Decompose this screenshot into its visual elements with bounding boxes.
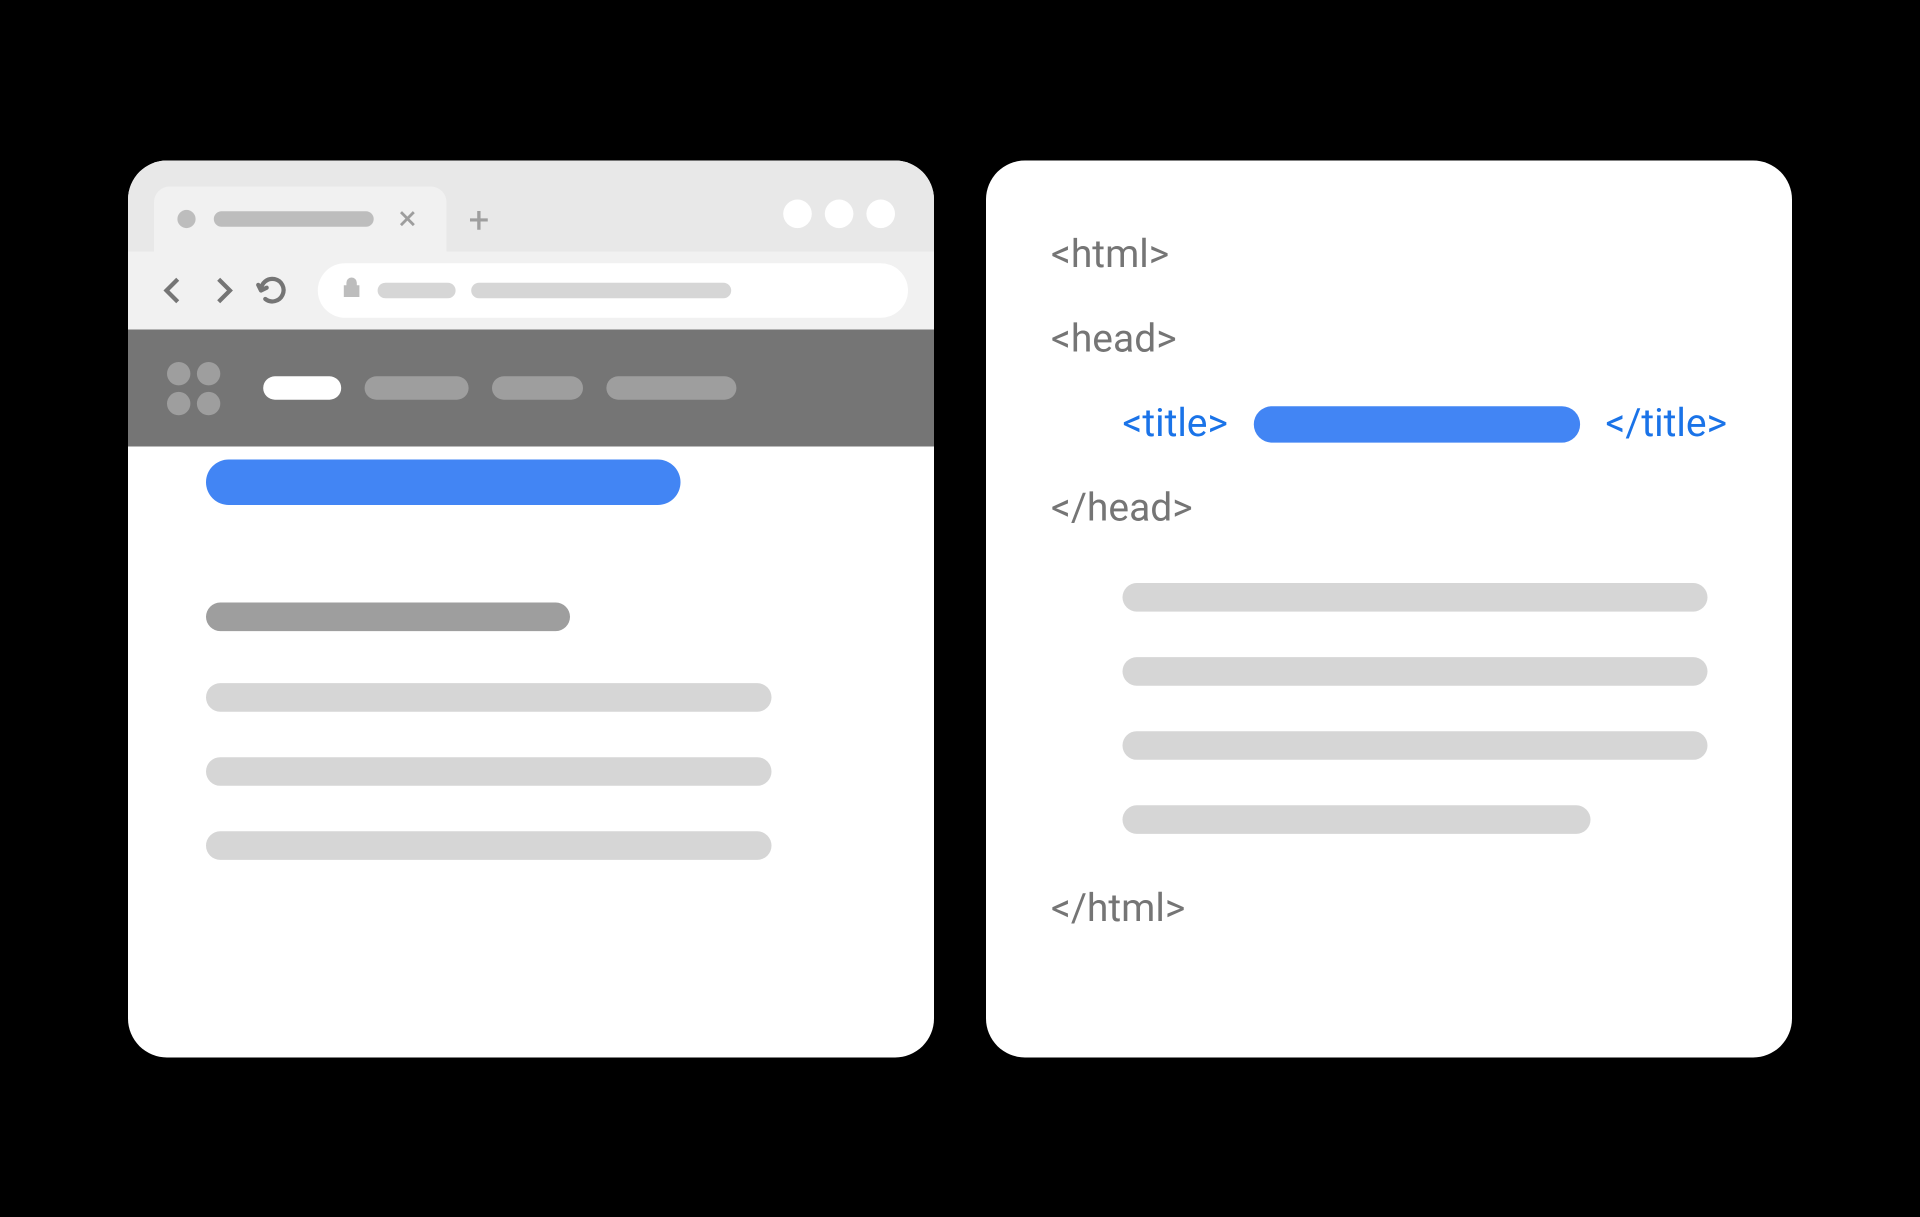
page-title-placeholder: [206, 459, 681, 505]
tab-favicon-icon: [177, 209, 195, 227]
nav-item[interactable]: [606, 376, 736, 399]
reload-icon: [255, 273, 289, 307]
back-button[interactable]: [154, 271, 193, 310]
tab-title-placeholder: [214, 211, 374, 227]
site-logo-icon[interactable]: [167, 361, 220, 414]
code-head-open: <head>: [1051, 316, 1727, 362]
maximize-icon[interactable]: [825, 199, 854, 228]
arrow-left-icon: [157, 273, 191, 307]
code-head-close: </head>: [1051, 485, 1727, 530]
body-line-placeholder: [1123, 657, 1708, 686]
html-code-panel: <html> <head> <title> </title> </head> <…: [986, 160, 1792, 1057]
code-html-close: </html>: [1051, 885, 1727, 931]
browser-toolbar: [128, 251, 934, 329]
lock-icon: [341, 276, 362, 305]
browser-tab[interactable]: ×: [154, 186, 447, 251]
page-subtitle-placeholder: [206, 602, 570, 631]
code-body-placeholder: [1051, 583, 1727, 834]
body-line-placeholder: [1123, 731, 1708, 760]
minimize-icon[interactable]: [783, 199, 812, 228]
code-title-close-tag: </title>: [1606, 401, 1727, 447]
url-segment-placeholder: [471, 282, 731, 298]
address-bar[interactable]: [318, 263, 908, 318]
page-content: [128, 394, 934, 970]
new-tab-button[interactable]: +: [460, 199, 499, 238]
code-html-open: <html>: [1051, 232, 1727, 278]
diagram-container: × +: [128, 160, 1792, 1057]
nav-item[interactable]: [492, 376, 583, 399]
body-line-placeholder: [1123, 805, 1591, 834]
close-tab-icon[interactable]: ×: [392, 203, 423, 234]
url-segment-placeholder: [378, 282, 456, 298]
nav-item[interactable]: [365, 376, 469, 399]
browser-mockup-panel: × +: [128, 160, 934, 1057]
body-line-placeholder: [1123, 583, 1708, 612]
window-controls: [783, 199, 895, 228]
forward-button[interactable]: [203, 271, 242, 310]
content-line-placeholder: [206, 683, 772, 712]
tab-bar: × +: [128, 160, 934, 251]
arrow-right-icon: [206, 273, 240, 307]
window-close-icon[interactable]: [866, 199, 895, 228]
content-line-placeholder: [206, 757, 772, 786]
code-title-open-tag: <title>: [1123, 401, 1228, 447]
code-title-line: <title> </title>: [1051, 401, 1727, 447]
nav-item-active[interactable]: [263, 376, 341, 399]
browser-chrome: × +: [128, 160, 934, 394]
reload-button[interactable]: [253, 271, 292, 310]
content-line-placeholder: [206, 831, 772, 860]
title-content-placeholder: [1254, 405, 1580, 441]
